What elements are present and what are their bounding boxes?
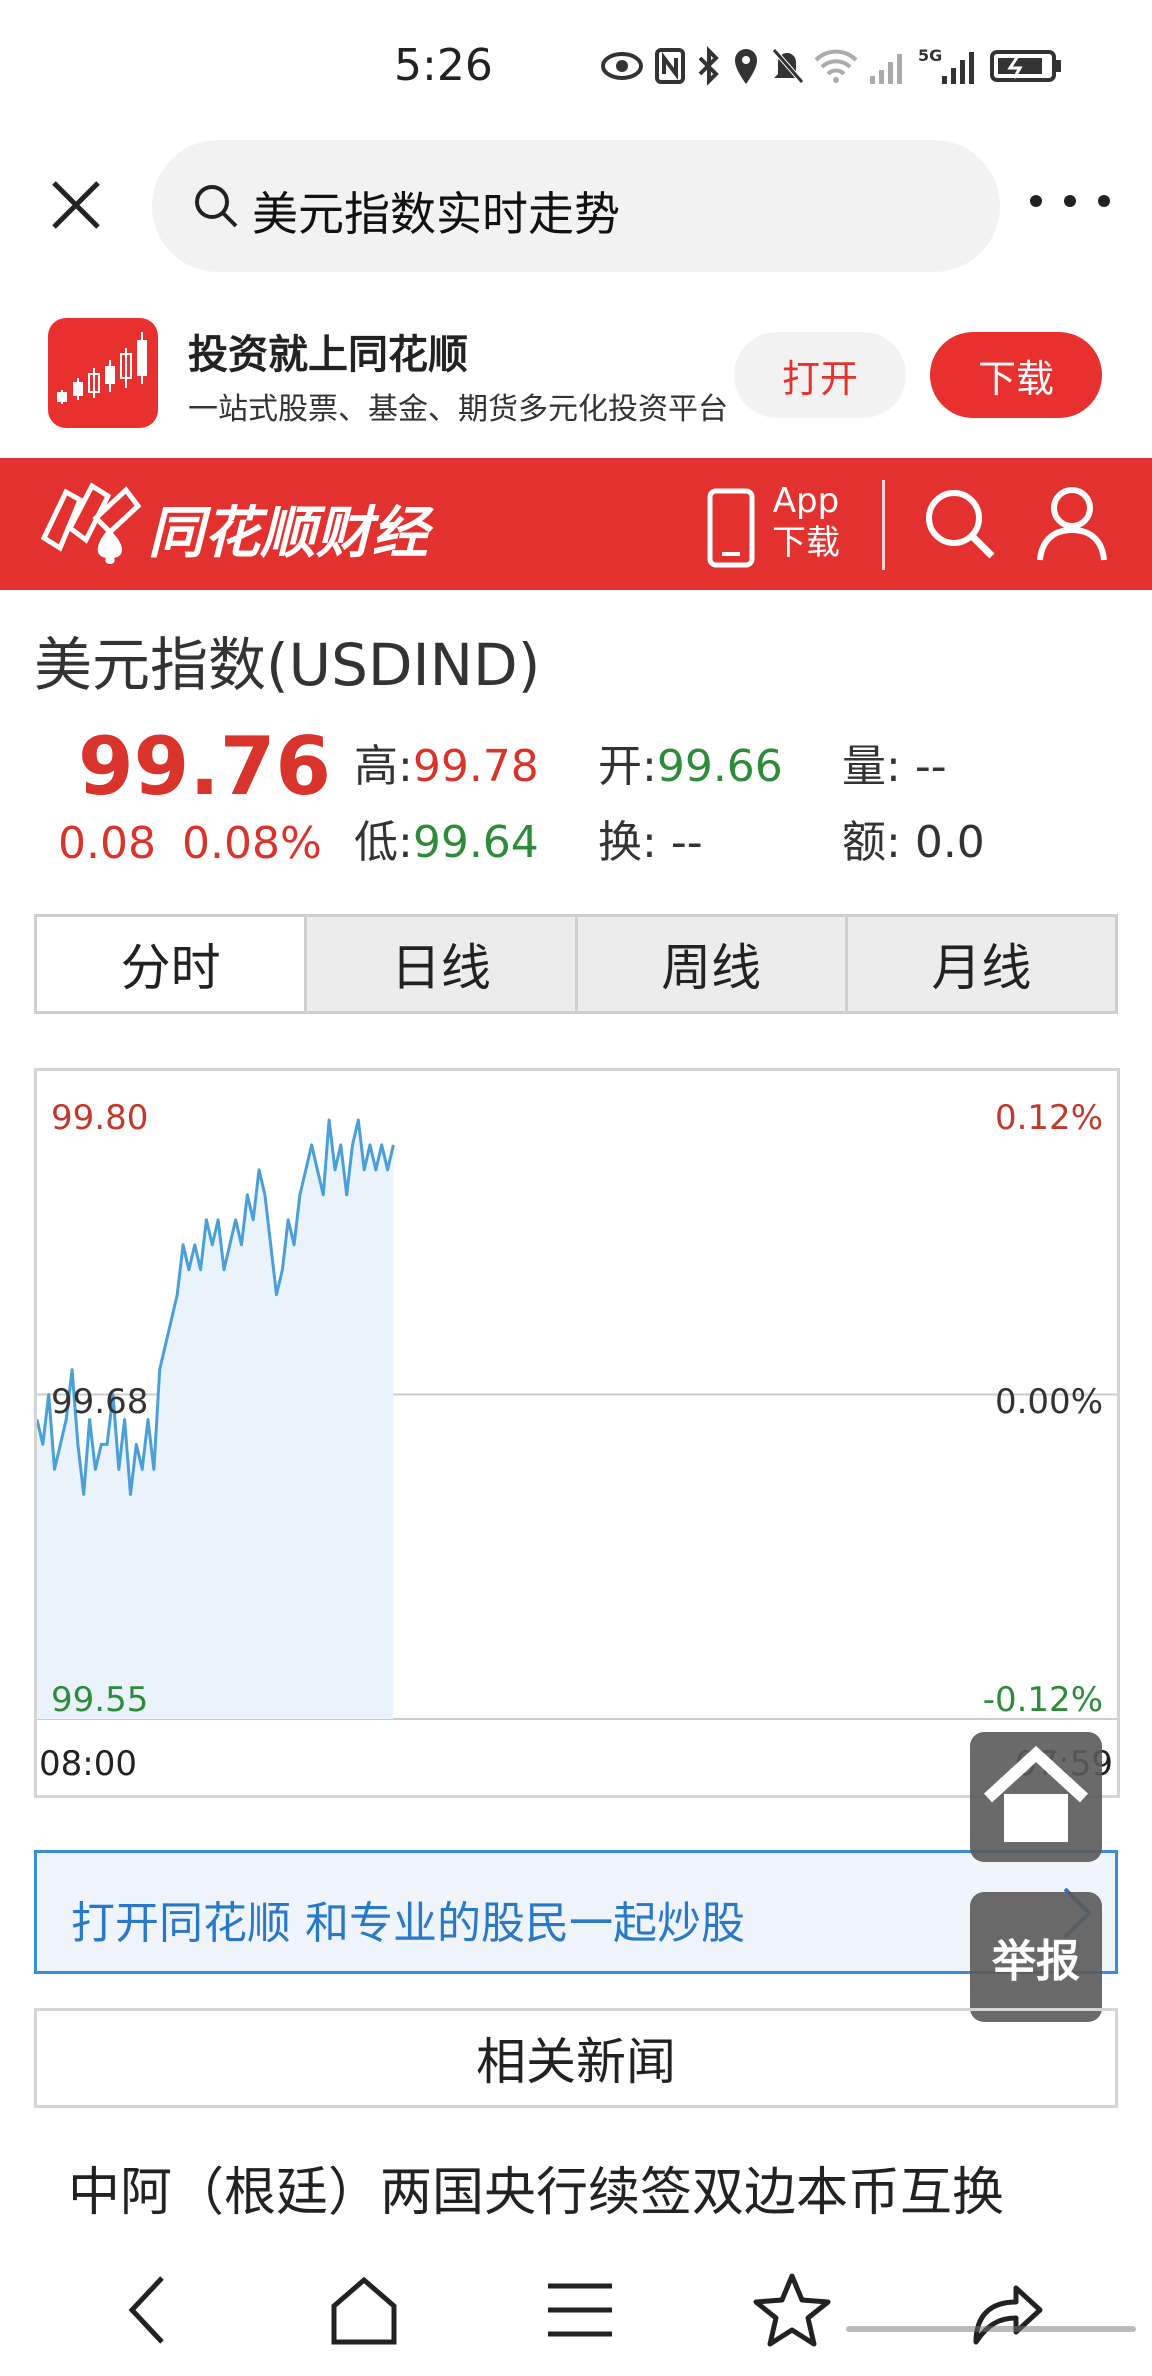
stat-amount-label: 额: [842, 817, 901, 868]
x-label-start: 08:00 [39, 1744, 137, 1784]
intraday-chart[interactable]: 99.8099.6899.550.12%0.00%-0.12%08:0007:5… [34, 1068, 1120, 1798]
battery-icon [990, 50, 1061, 82]
stat-open-value: 99.66 [656, 741, 783, 792]
stat-low: 低:99.64 [354, 806, 539, 870]
related-news-header: 相关新闻 [34, 2008, 1118, 2108]
tab-intraday[interactable]: 分时 [37, 917, 305, 1011]
candlestick-icon [57, 332, 147, 404]
intraday-chart-svg: 99.8099.6899.550.12%0.00%-0.12%08:0007:5… [37, 1098, 1117, 1784]
stat-amount: 额: 0.0 [842, 806, 985, 870]
stat-open-label: 开: [598, 741, 657, 792]
location-icon [735, 49, 757, 84]
menu-icon[interactable] [540, 2270, 620, 2350]
quote-change: 0.08 [58, 818, 156, 869]
wifi-icon [814, 49, 858, 83]
promo-title: 投资就上同花顺 [188, 332, 468, 378]
header-divider [882, 480, 885, 570]
stat-volume: 量: -- [842, 730, 947, 794]
open-app-button[interactable]: 打开 [734, 332, 906, 418]
search-query: 美元指数实时走势 [252, 187, 620, 241]
stat-volume-value: -- [914, 741, 947, 792]
user-icon[interactable] [1034, 484, 1110, 564]
download-app-button[interactable]: 下载 [930, 332, 1102, 418]
status-icons: 5G [600, 44, 1064, 88]
stat-turnover: 换: -- [598, 806, 703, 870]
phone-icon[interactable] [706, 488, 756, 568]
search-icon [195, 185, 238, 228]
stat-low-label: 低: [354, 817, 413, 868]
signal-icon [870, 54, 902, 84]
stat-open: 开:99.66 [598, 730, 783, 794]
mute-icon [772, 48, 804, 84]
float-home-button[interactable] [970, 1732, 1102, 1862]
app-download-link[interactable]: App 下载 [772, 480, 840, 564]
search-input[interactable]: 美元指数实时走势 [152, 140, 1000, 272]
promo-subtitle: 一站式股票、基金、期货多元化投资平台 [188, 392, 728, 427]
banner-text: 打开同花顺 和专业的股民一起炒股 [71, 1898, 745, 1949]
tab-daily[interactable]: 日线 [304, 917, 575, 1011]
tab-weekly[interactable]: 周线 [574, 917, 845, 1011]
stat-turnover-label: 换: [598, 817, 657, 868]
header-search-icon[interactable] [922, 486, 998, 562]
home-nav-icon[interactable] [324, 2270, 404, 2350]
bluetooth-icon [698, 46, 719, 86]
chart-period-tabs: 分时 日线 周线 月线 [34, 914, 1118, 1014]
site-name: 同花顺财经 [148, 501, 428, 566]
news-headline[interactable]: 中阿（根廷）两国央行续签双边本币互换 [68, 2150, 1004, 2225]
tab-monthly[interactable]: 月线 [844, 917, 1115, 1011]
y-label-bottom-right: -0.12% [983, 1680, 1103, 1720]
stat-volume-label: 量: [842, 741, 901, 792]
bottom-nav [0, 2240, 1152, 2376]
more-options-button[interactable] [1030, 181, 1110, 221]
quote-change-pct: 0.08% [182, 818, 322, 869]
open-app-banner[interactable]: 打开同花顺 和专业的股民一起炒股 [34, 1850, 1118, 1974]
y-label-mid-left: 99.68 [51, 1382, 148, 1422]
star-icon[interactable] [752, 2270, 832, 2350]
app-download-line1: App [772, 481, 840, 521]
y-label-top-left: 99.80 [51, 1098, 148, 1138]
home-icon [983, 1745, 1089, 1842]
close-icon[interactable] [48, 177, 104, 233]
y-label-bottom-left: 99.55 [51, 1680, 148, 1720]
eye-icon [601, 52, 643, 80]
stat-high: 高:99.78 [354, 730, 539, 794]
quote-price: 99.76 [78, 720, 332, 813]
app-download-line2: 下载 [772, 523, 840, 563]
stat-turnover-value: -- [670, 817, 703, 868]
app-logo [48, 318, 158, 428]
browser-toolbar: 美元指数实时走势 [0, 135, 1152, 275]
site-logo-icon[interactable] [36, 478, 146, 570]
gesture-bar [846, 2326, 1136, 2332]
stat-low-value: 99.64 [412, 817, 539, 868]
y-label-mid-right: 0.00% [995, 1382, 1103, 1422]
status-time: 5:26 [394, 40, 493, 91]
app-promo-bar: 投资就上同花顺 一站式股票、基金、期货多元化投资平台 打开 下载 [0, 300, 1152, 450]
5g-signal-icon: 5G [918, 46, 980, 86]
site-header: 同花顺财经 App 下载 [0, 458, 1152, 590]
status-bar: 5:26 5G [0, 0, 1152, 135]
quote-name: 美元指数(USDIND) [34, 631, 541, 699]
stat-amount-value: 0.0 [914, 817, 985, 868]
stat-high-value: 99.78 [412, 741, 539, 792]
stat-high-label: 高: [354, 741, 413, 792]
y-label-top-right: 0.12% [995, 1098, 1103, 1138]
report-button[interactable]: 举报 [970, 1892, 1102, 2022]
back-icon[interactable] [110, 2270, 190, 2350]
nfc-icon [655, 48, 685, 84]
